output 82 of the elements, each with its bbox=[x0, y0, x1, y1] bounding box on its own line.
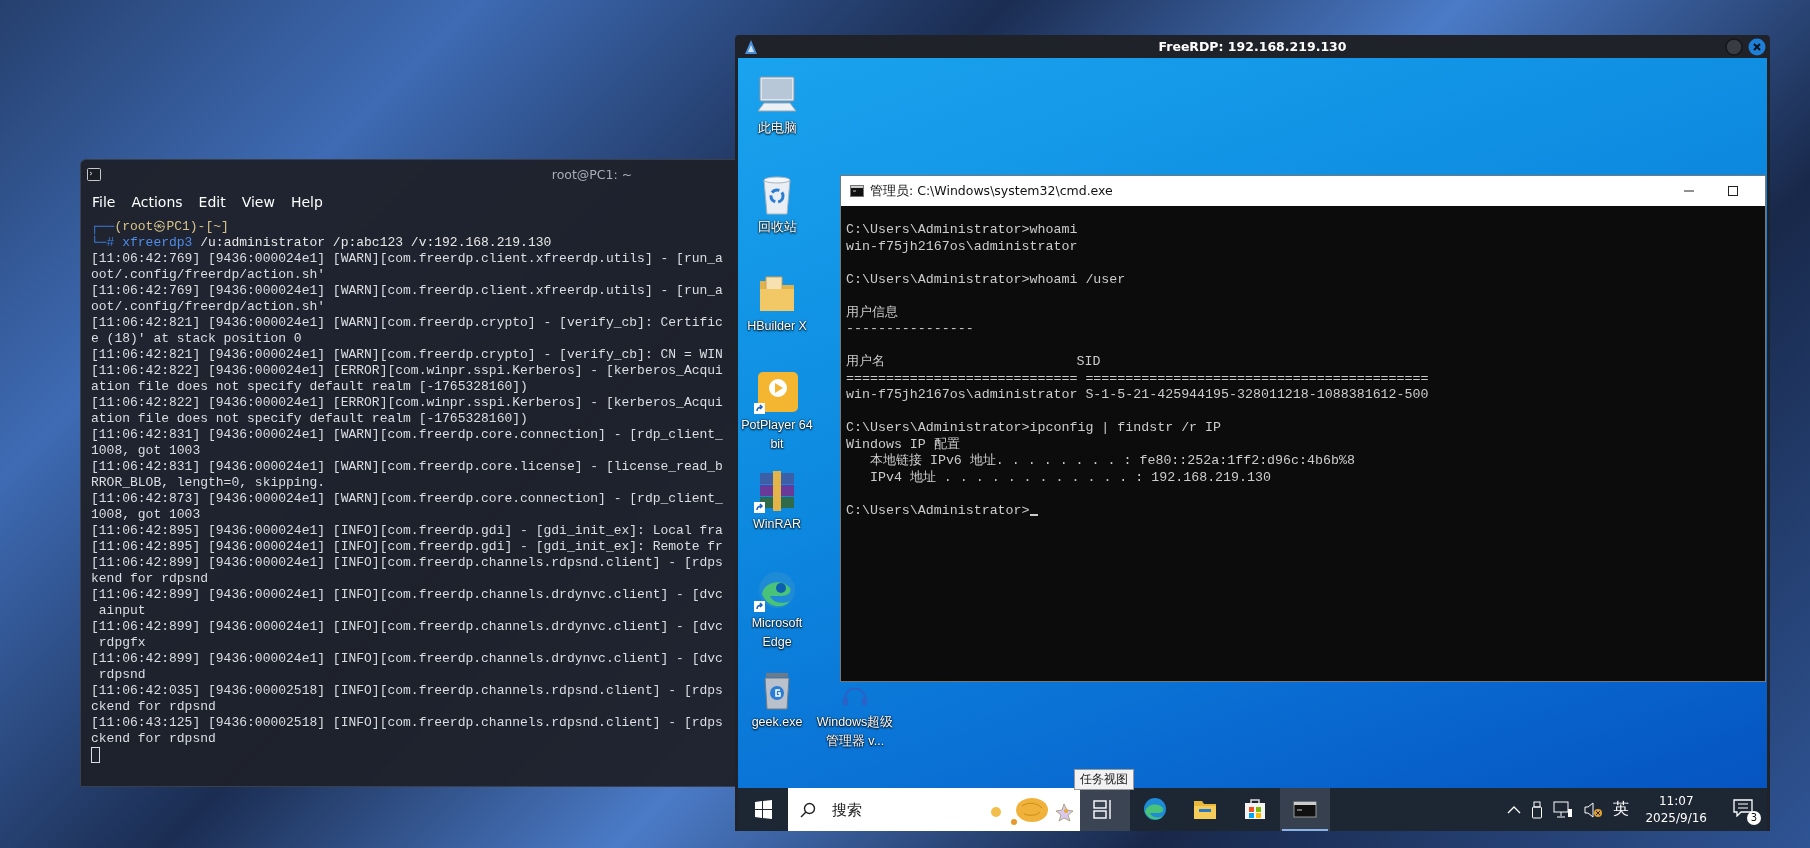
log-line: [11:06:42:899] [9436:000024e1] [INFO][com.freerdp.channels.rdpsnd.client] - [rdps bbox=[91, 555, 723, 571]
console-line: 本地链接 IPv6 地址. . . . . . . . : fe80::252a:1ff2:d96c:4b6b%8 bbox=[868, 453, 1355, 468]
log-line: [11:06:42:899] [9436:000024e1] [INFO][com.freerdp.channels.drdynvc.client] - [dvc bbox=[91, 651, 723, 667]
console-line: ============================= =========================================== bbox=[846, 370, 1429, 386]
shortcut-arrow-icon bbox=[754, 403, 765, 414]
window-title: 管理员: C:\Windows\system32\cmd.exe bbox=[870, 182, 1114, 200]
window-title: FreeRDP: 192.168.219.130 bbox=[1158, 39, 1347, 54]
log-line: [11:06:42:035] [9436:00002518] [INFO][com.freerdp.channels.rdpsnd.client] - [rdps bbox=[91, 683, 723, 699]
console-icon[interactable] bbox=[1280, 788, 1330, 831]
log-line: [11:06:42:899] [9436:000024e1] [INFO][com.freerdp.channels.drdynvc.client] - [dvc bbox=[91, 587, 723, 603]
log-line: ation file does not specify default realm [-1765328160]) bbox=[91, 379, 528, 395]
shortcut-arrow-icon bbox=[754, 601, 765, 612]
console-line: C:\Users\Administrator> bbox=[846, 502, 1030, 518]
menu-item[interactable]: View bbox=[241, 194, 275, 210]
prompt-line: ┌──(root㉿PC1)-[~] bbox=[91, 219, 229, 235]
console-line: C:\Users\Administrator>whoami /user bbox=[846, 271, 1126, 287]
console-line: 用户名 SID bbox=[846, 354, 1101, 369]
log-line: [11:06:42:899] [9436:000024e1] [INFO][com.freerdp.channels.drdynvc.client] - [dvc bbox=[91, 619, 723, 635]
maximize-icon[interactable] bbox=[1727, 185, 1739, 197]
task-view-icon[interactable] bbox=[1080, 788, 1130, 831]
log-line: e (18)' at stack position 0 bbox=[91, 331, 302, 347]
log-line: [11:06:42:895] [9436:000024e1] [INFO][com.freerdp.gdi] - [gdi_init_ex]: Remote fr bbox=[91, 539, 723, 555]
clock-time[interactable]: 11:07 bbox=[1658, 792, 1694, 810]
icon-label[interactable]: WinRAR bbox=[737, 515, 817, 534]
log-line: [11:06:42:822] [9436:000024e1] [ERROR][com.winpr.sspi.Kerberos] - [kerberos_Acqui bbox=[91, 363, 723, 379]
command-line: └─# xfreerdp3 /u:administrator /p:abc123 /v:192.168.219.130 bbox=[91, 235, 552, 251]
log-line: 1008, got 1003 bbox=[91, 507, 201, 523]
log-line: [11:06:42:831] [9436:000024e1] [WARN][com.freerdp.core.license] - [license_read_b bbox=[91, 459, 723, 475]
menu-item[interactable]: Actions bbox=[131, 194, 183, 210]
log-line: [11:06:42:873] [9436:000024e1] [WARN][com.freerdp.core.connection] - [rdp_client_ bbox=[91, 491, 723, 507]
log-line: ation file does not specify default realm [-1765328160]) bbox=[91, 411, 528, 427]
menu-item[interactable]: Edit bbox=[198, 194, 226, 210]
console-line: C:\Users\Administrator>ipconfig | findstr /r IP bbox=[846, 420, 1222, 435]
log-line: [11:06:43:125] [9436:00002518] [INFO][com.freerdp.channels.rdpsnd.client] - [rdps bbox=[91, 715, 723, 731]
console-line: ---------------- bbox=[846, 321, 974, 336]
console-line: IPv4 地址 . . . . . . . . . . . . : 192.168.219.130 bbox=[868, 469, 1271, 485]
shortcut-arrow-icon bbox=[754, 502, 765, 513]
icon-label[interactable]: Windows超级管理器 v... bbox=[815, 713, 895, 750]
usb-drive-icon[interactable] bbox=[1531, 800, 1544, 819]
terminal-icon bbox=[87, 168, 101, 181]
tooltip: 任务视图 bbox=[1074, 769, 1134, 790]
window-title: root@PC1: ~ bbox=[551, 167, 633, 182]
log-line: [11:06:42:769] [9436:000024e1] [WARN][com.freerdp.client.xfreerdp.utils] - [run_a bbox=[91, 283, 723, 299]
log-line: [11:06:42:895] [9436:000024e1] [INFO][com.freerdp.gdi] - [gdi_init_ex]: Local fra bbox=[91, 523, 723, 539]
menu-item[interactable]: File bbox=[92, 194, 116, 210]
network-icon[interactable] bbox=[1553, 800, 1574, 819]
log-line: rdpsnd bbox=[97, 667, 146, 683]
log-line: RROR_BLOB, length=0, skipping. bbox=[91, 475, 326, 491]
log-line: ckend for rdpsnd bbox=[91, 699, 216, 715]
speaker-muted-icon[interactable] bbox=[1583, 800, 1604, 819]
console-line: 用户信息 bbox=[846, 304, 898, 320]
log-line: [11:06:42:822] [9436:000024e1] [ERROR][com.winpr.sspi.Kerberos] - [kerberos_Acqui bbox=[91, 395, 723, 411]
log-line: ckend for rdpsnd bbox=[91, 731, 216, 747]
console-line: C:\Users\Administrator>whoami bbox=[846, 222, 1078, 237]
console-line: Windows IP 配置 bbox=[846, 436, 960, 452]
log-line: [11:06:42:831] [9436:000024e1] [WARN][com.freerdp.core.connection] - [rdp_client_ bbox=[91, 427, 723, 443]
log-line: rdpgfx bbox=[97, 635, 146, 651]
text-cursor bbox=[91, 747, 100, 763]
app-logo-icon bbox=[745, 39, 757, 54]
notification-icon[interactable] bbox=[1733, 798, 1753, 817]
chevron-up-icon[interactable] bbox=[1507, 804, 1522, 815]
close-button[interactable] bbox=[1748, 37, 1766, 56]
search-icon bbox=[800, 801, 816, 818]
icon-label[interactable]: Microsoft Edge bbox=[737, 614, 817, 651]
search-field[interactable]: 搜索 bbox=[830, 799, 984, 820]
console-line: win-f75jh2167os\administrator S-1-5-21-425944195-328011218-1088381612-500 bbox=[846, 387, 1429, 402]
text-cursor bbox=[1029, 513, 1038, 516]
menu-item[interactable]: Help bbox=[290, 194, 323, 210]
log-line: [11:06:42:821] [9436:000024e1] [WARN][com.freerdp.crypto] - [verify_cb]: Certific bbox=[91, 315, 723, 331]
clock-date[interactable]: 2025/9/16 bbox=[1645, 809, 1707, 827]
input-method-indicator[interactable]: 英 bbox=[1613, 799, 1630, 820]
log-line: kend for rdpsnd bbox=[91, 571, 209, 587]
log-line: oot/.config/freerdp/action.sh' bbox=[91, 299, 326, 315]
log-line: [11:06:42:821] [9436:000024e1] [WARN][com.freerdp.crypto] - [verify_cb]: CN = WIN bbox=[91, 347, 723, 363]
log-line: [11:06:42:769] [9436:000024e1] [WARN][com.freerdp.client.xfreerdp.utils] - [run_a bbox=[91, 251, 723, 267]
console-line: win-f75jh2167os\administrator bbox=[846, 238, 1078, 254]
log-line: oot/.config/freerdp/action.sh' bbox=[91, 267, 326, 283]
log-line: ainput bbox=[97, 603, 146, 619]
log-line: 1008, got 1003 bbox=[91, 443, 201, 459]
notification-badge: 3 bbox=[1747, 810, 1761, 825]
icon-label[interactable]: geek.exe bbox=[737, 713, 817, 732]
console-icon bbox=[850, 185, 864, 197]
